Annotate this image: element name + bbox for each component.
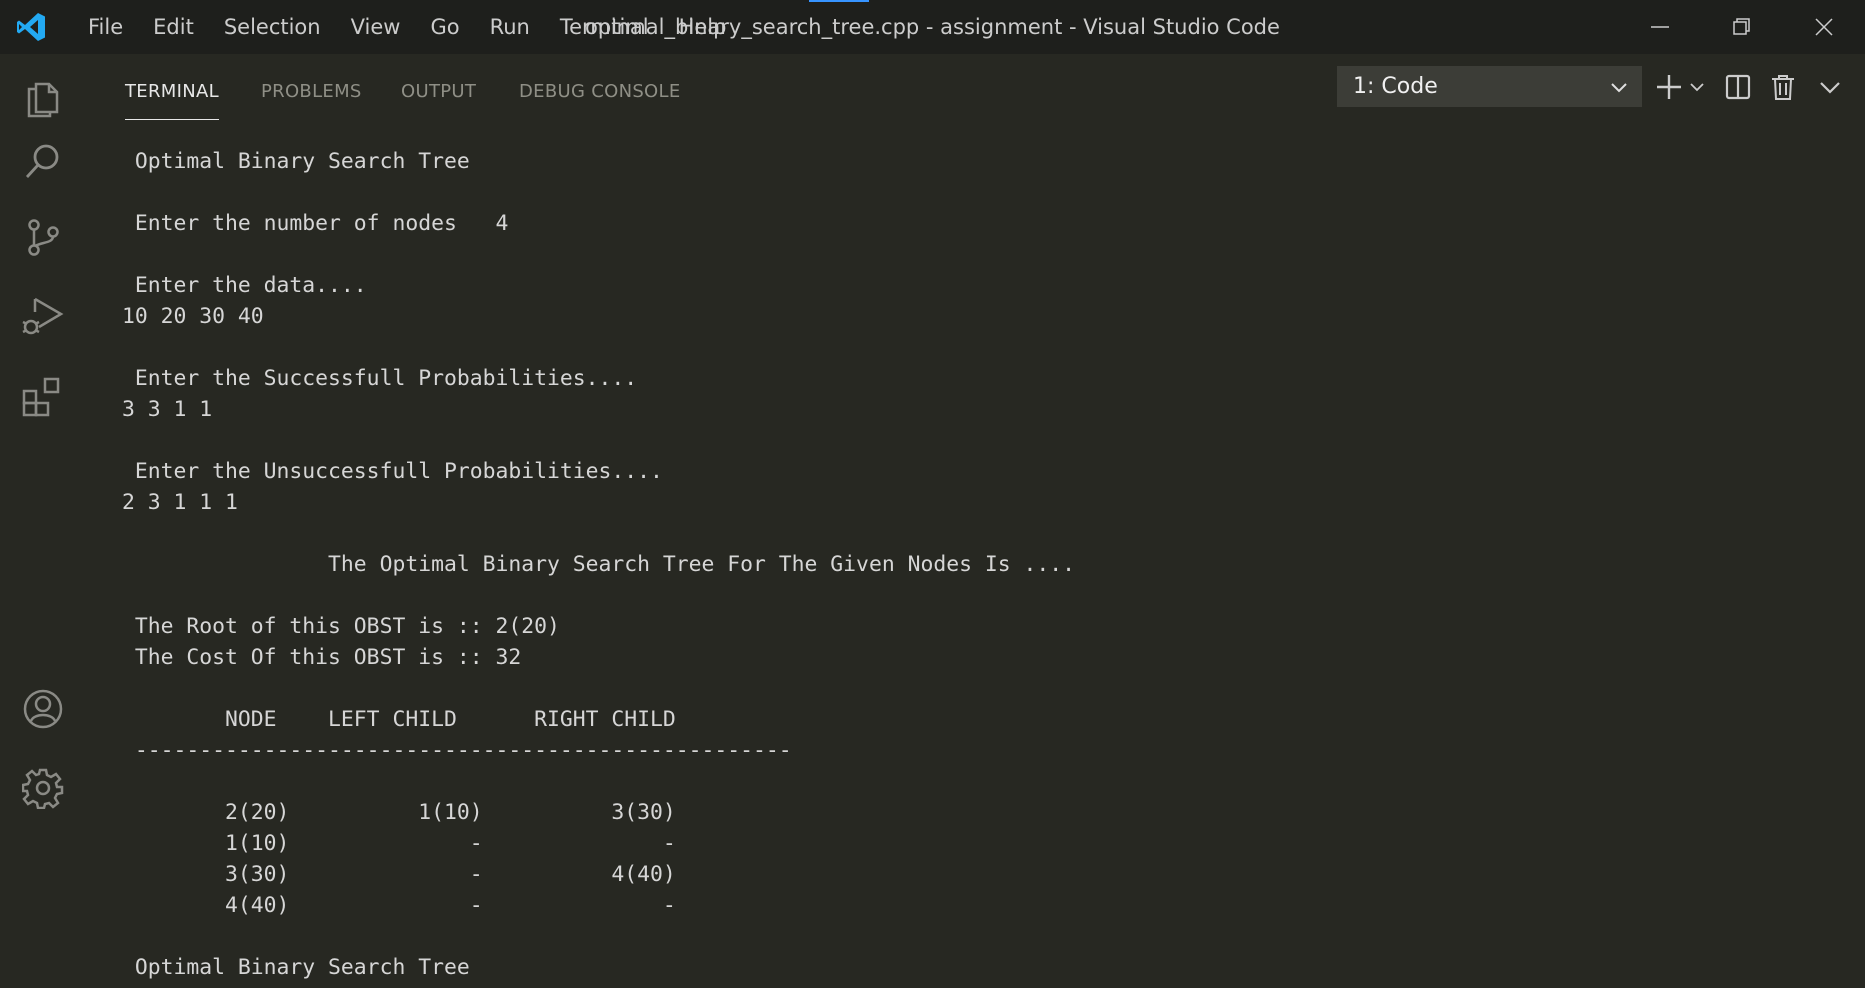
menu-go[interactable]: Go <box>415 0 474 54</box>
restore-icon <box>1733 18 1750 35</box>
close-button[interactable] <box>1783 0 1865 54</box>
terminal-line: 2 3 1 1 1 <box>122 490 238 515</box>
terminal-output[interactable]: Optimal Binary Search Tree Enter the num… <box>122 146 1075 983</box>
chevron-down-icon <box>1820 81 1840 94</box>
split-icon <box>1725 74 1751 99</box>
menu-bar: File Edit Selection View Go Run Terminal… <box>73 0 741 54</box>
menu-run[interactable]: Run <box>475 0 545 54</box>
terminal-line: Enter the Unsuccessfull Probabilities...… <box>122 459 663 484</box>
minimize-icon <box>1651 26 1669 28</box>
tab-debug-console[interactable]: DEBUG CONSOLE <box>519 76 681 108</box>
chevron-down-small-icon <box>1690 82 1704 91</box>
tab-terminal[interactable]: TERMINAL <box>125 76 219 120</box>
account-icon[interactable] <box>18 684 68 734</box>
tab-terminal-label: TERMINAL <box>125 81 219 102</box>
close-icon <box>1815 18 1833 36</box>
search-icon[interactable] <box>18 136 68 186</box>
tab-problems-label: PROBLEMS <box>261 81 362 102</box>
terminal-selector-dropdown[interactable]: 1: Code <box>1337 66 1642 107</box>
terminal-line: Optimal Binary Search Tree <box>122 149 470 174</box>
menu-view[interactable]: View <box>336 0 416 54</box>
run-debug-icon[interactable] <box>18 291 68 341</box>
launch-profile-button[interactable] <box>1686 66 1708 107</box>
split-terminal-button[interactable] <box>1723 66 1753 107</box>
tab-debug-console-label: DEBUG CONSOLE <box>519 81 681 102</box>
files-icon[interactable] <box>18 72 68 122</box>
terminal-line: Enter the Successfull Probabilities.... <box>122 366 638 391</box>
terminal-line: 1(10) - - <box>122 831 676 856</box>
activity-bar <box>0 54 86 988</box>
terminal-line: 2(20) 1(10) 3(30) <box>122 800 676 825</box>
source-control-icon[interactable] <box>18 212 68 262</box>
terminal-line: The Optimal Binary Search Tree For The G… <box>122 552 1075 577</box>
terminal-line: 4(40) - - <box>122 893 676 918</box>
extensions-icon[interactable] <box>18 372 68 422</box>
vscode-logo-icon <box>13 9 49 45</box>
settings-gear-icon[interactable] <box>18 763 68 813</box>
kill-terminal-button[interactable] <box>1768 66 1798 107</box>
tab-output-label: OUTPUT <box>401 81 477 102</box>
terminal-selector-value: 1: Code <box>1353 74 1438 99</box>
window-controls <box>1619 0 1865 54</box>
terminal-line: ----------------------------------------… <box>122 738 792 763</box>
menu-selection[interactable]: Selection <box>209 0 336 54</box>
menu-file[interactable]: File <box>73 0 138 54</box>
terminal-line: The Cost Of this OBST is :: 32 <box>122 645 522 670</box>
new-terminal-button[interactable] <box>1654 66 1684 107</box>
terminal-line: 10 20 30 40 <box>122 304 264 329</box>
menu-terminal[interactable]: Terminal <box>545 0 664 54</box>
title-accent-bar <box>809 0 869 2</box>
terminal-line: Optimal Binary Search Tree <box>122 955 470 980</box>
terminal-line: NODE LEFT CHILD RIGHT CHILD <box>122 707 676 732</box>
terminal-line: Enter the data.... <box>122 273 367 298</box>
restore-button[interactable] <box>1701 0 1783 54</box>
active-tab-indicator <box>125 119 219 120</box>
title-bar: File Edit Selection View Go Run Terminal… <box>0 0 1865 54</box>
menu-help[interactable]: Help <box>664 0 742 54</box>
tab-output[interactable]: OUTPUT <box>401 76 476 108</box>
terminal-line: Enter the number of nodes 4 <box>122 211 509 236</box>
minimize-button[interactable] <box>1619 0 1701 54</box>
chevron-down-icon <box>1610 66 1628 107</box>
terminal-line: The Root of this OBST is :: 2(20) <box>122 614 560 639</box>
trash-icon <box>1772 74 1794 100</box>
plus-icon <box>1657 74 1681 99</box>
terminal-line: 3 3 1 1 <box>122 397 213 422</box>
menu-edit[interactable]: Edit <box>138 0 209 54</box>
terminal-line: 3(30) - 4(40) <box>122 862 676 887</box>
tab-problems[interactable]: PROBLEMS <box>261 76 362 108</box>
hide-panel-button[interactable] <box>1815 66 1845 107</box>
